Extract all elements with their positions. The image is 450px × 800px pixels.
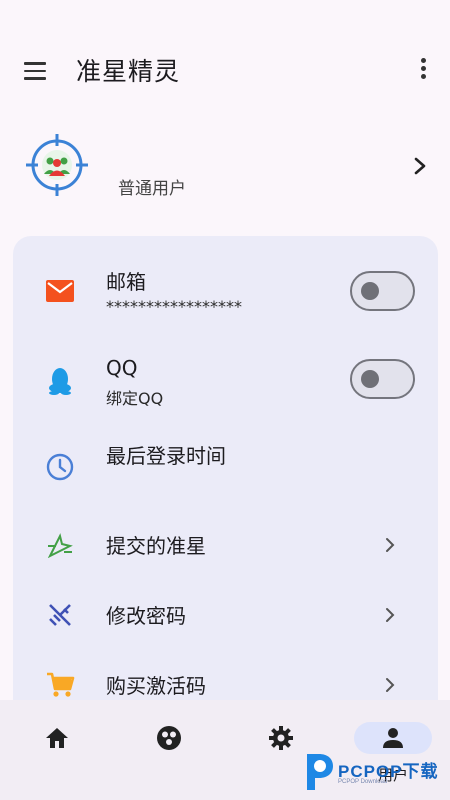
- settings-card: 邮箱 ***************** QQ 绑定QQ 最后登录时间 提交的准…: [13, 236, 438, 726]
- password-row[interactable]: 修改密码: [13, 592, 438, 638]
- chevron-right-icon[interactable]: [412, 156, 428, 176]
- page-title: 准星精灵: [76, 57, 181, 86]
- nav-home[interactable]: [22, 714, 92, 786]
- gear-icon: [262, 722, 300, 754]
- chevron-right-icon: [386, 678, 395, 692]
- qq-toggle[interactable]: [350, 359, 415, 399]
- password-icon: [43, 598, 77, 632]
- email-value: *****************: [106, 297, 242, 316]
- qq-penguin-icon: [43, 364, 77, 398]
- app-bar: 准星精灵: [0, 0, 450, 140]
- watermark-small-text: PCPOP Download: [338, 779, 388, 785]
- submit-crosshair-icon: [43, 528, 77, 562]
- activation-title: 购买激活码: [106, 674, 206, 698]
- crosshair-library-icon: [150, 722, 188, 754]
- qq-row: QQ 绑定QQ: [13, 354, 438, 424]
- mail-icon: [43, 274, 77, 308]
- profile-header[interactable]: 普通用户: [0, 130, 450, 220]
- watermark: PCPOP下载 PCPOP Download: [303, 752, 448, 792]
- submitted-title: 提交的准星: [106, 534, 206, 558]
- last-login-title: 最后登录时间: [106, 444, 226, 468]
- user-role: 普通用户: [118, 179, 186, 199]
- user-icon: [354, 722, 432, 754]
- email-toggle[interactable]: [350, 271, 415, 311]
- chevron-right-icon: [386, 538, 395, 552]
- chevron-right-icon: [386, 608, 395, 622]
- crosshair-group-icon: [26, 134, 88, 196]
- home-icon: [38, 722, 76, 754]
- clock-icon: [43, 450, 77, 484]
- hamburger-menu-icon[interactable]: [24, 62, 48, 80]
- nav-crosshair-library[interactable]: [134, 714, 204, 786]
- last-login-row: 最后登录时间: [13, 436, 438, 496]
- qq-title: QQ: [106, 356, 138, 380]
- shopping-cart-icon: [43, 668, 77, 702]
- password-title: 修改密码: [106, 604, 186, 628]
- qq-value: 绑定QQ: [106, 389, 164, 408]
- submitted-row[interactable]: 提交的准星: [13, 522, 438, 568]
- email-row: 邮箱 *****************: [13, 264, 438, 334]
- pcpop-logo-icon: [307, 754, 333, 790]
- more-vertical-icon[interactable]: [418, 58, 428, 84]
- email-title: 邮箱: [106, 270, 146, 294]
